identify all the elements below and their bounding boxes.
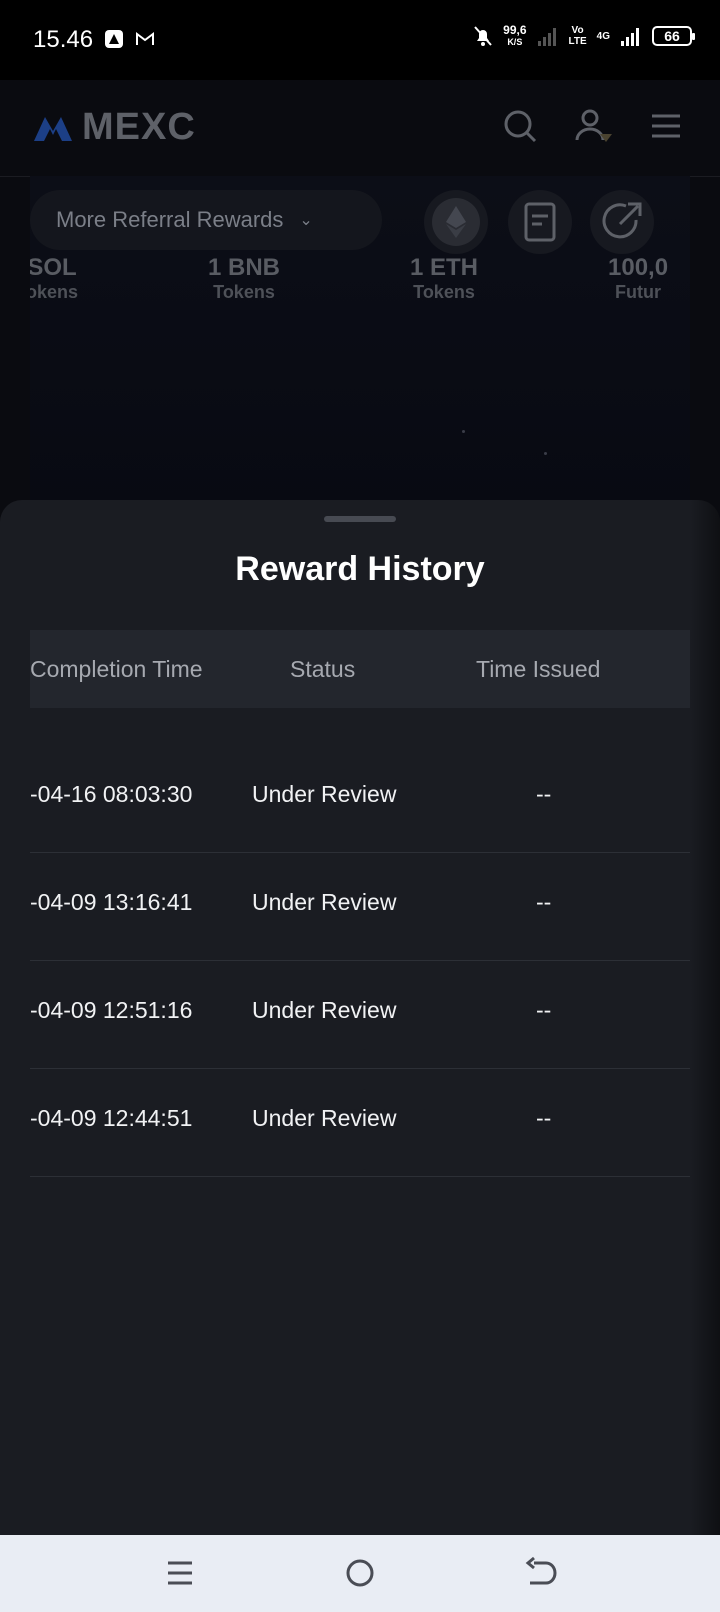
star-decoration <box>462 430 465 433</box>
status-indicators: 99,6 K/S Vo LTE 4G 66 <box>473 23 695 48</box>
bell-muted-icon <box>474 26 492 46</box>
column-header-status: Status <box>290 656 356 682</box>
network-type: 4G <box>596 30 610 42</box>
table-row: -04-09 12:44:51 Under Review -- <box>30 1069 690 1177</box>
network-speed: 99,6 K/S <box>503 23 527 47</box>
pill-label: More Referral Rewards <box>56 207 284 232</box>
document-icon[interactable] <box>508 190 572 254</box>
mexc-logo-icon <box>34 116 72 141</box>
time-issued-cell: -- <box>536 889 552 915</box>
prize-item: 1 BNB Tokens <box>208 254 281 302</box>
reward-history-sheet: Reward History Completion Time Status Ti… <box>0 500 720 1535</box>
profile-icon[interactable] <box>574 106 614 146</box>
completion-time-cell: -04-09 13:16:41 <box>30 889 193 915</box>
table-row: -04-09 13:16:41 Under Review -- <box>30 853 690 961</box>
home-icon[interactable] <box>340 1553 380 1593</box>
table-row: -04-09 12:51:16 Under Review -- <box>30 961 690 1069</box>
scroll-edge-shade <box>690 500 720 1535</box>
column-header-time-issued: Time Issued <box>476 656 601 682</box>
eth-coin-icon <box>424 190 488 254</box>
status-cell: Under Review <box>252 889 397 915</box>
star-decoration <box>544 452 547 455</box>
status-time: 15.46 <box>33 26 94 53</box>
search-icon[interactable] <box>500 106 540 146</box>
completion-time-cell: -04-09 12:51:16 <box>30 997 193 1023</box>
more-referral-rewards-button[interactable]: More Referral Rewards ⌄ <box>30 190 382 250</box>
time-issued-cell: -- <box>536 781 552 807</box>
prize-item: 1 ETH Tokens <box>410 254 479 302</box>
completion-time-cell: -04-09 12:44:51 <box>30 1105 193 1131</box>
system-nav-bar <box>0 1535 720 1612</box>
battery-indicator: 66 <box>652 26 695 46</box>
app-header: MEXC <box>0 80 720 177</box>
chevron-down-icon: ⌄ <box>299 212 313 229</box>
status-bar: 15.46 99,6 K/S Vo LTE 4G 66 <box>0 0 720 80</box>
mexc-logo[interactable]: MEXC <box>32 106 196 149</box>
app-notification-icon <box>105 30 123 48</box>
reward-table[interactable]: -04-16 08:03:30 Under Review -- -04-09 1… <box>30 745 690 1177</box>
status-cell: Under Review <box>252 781 397 807</box>
signal-icon <box>621 28 639 46</box>
table-header: Completion Time Status Time Issued <box>30 630 690 708</box>
prize-item: 100,0 Futur <box>608 254 669 302</box>
time-issued-cell: -- <box>536 997 552 1023</box>
table-row: -04-16 08:03:30 Under Review -- <box>30 745 690 853</box>
back-icon[interactable] <box>520 1553 560 1593</box>
prize-item: SOL okens <box>30 254 79 302</box>
sheet-title: Reward History <box>235 550 485 588</box>
volte-indicator: Vo LTE <box>568 25 587 47</box>
menu-icon[interactable] <box>646 106 686 146</box>
share-icon[interactable] <box>590 190 654 254</box>
status-cell: Under Review <box>252 1105 397 1131</box>
time-issued-cell: -- <box>536 1105 552 1131</box>
column-header-completion-time: Completion Time <box>30 656 203 682</box>
completion-time-cell: -04-16 08:03:30 <box>30 781 193 807</box>
recent-apps-icon[interactable] <box>160 1553 200 1593</box>
sheet-drag-handle[interactable] <box>324 516 396 522</box>
status-cell: Under Review <box>252 997 397 1023</box>
logo-text: MEXC <box>82 106 196 148</box>
gmail-icon <box>136 32 154 45</box>
signal-weak-icon <box>537 28 556 46</box>
